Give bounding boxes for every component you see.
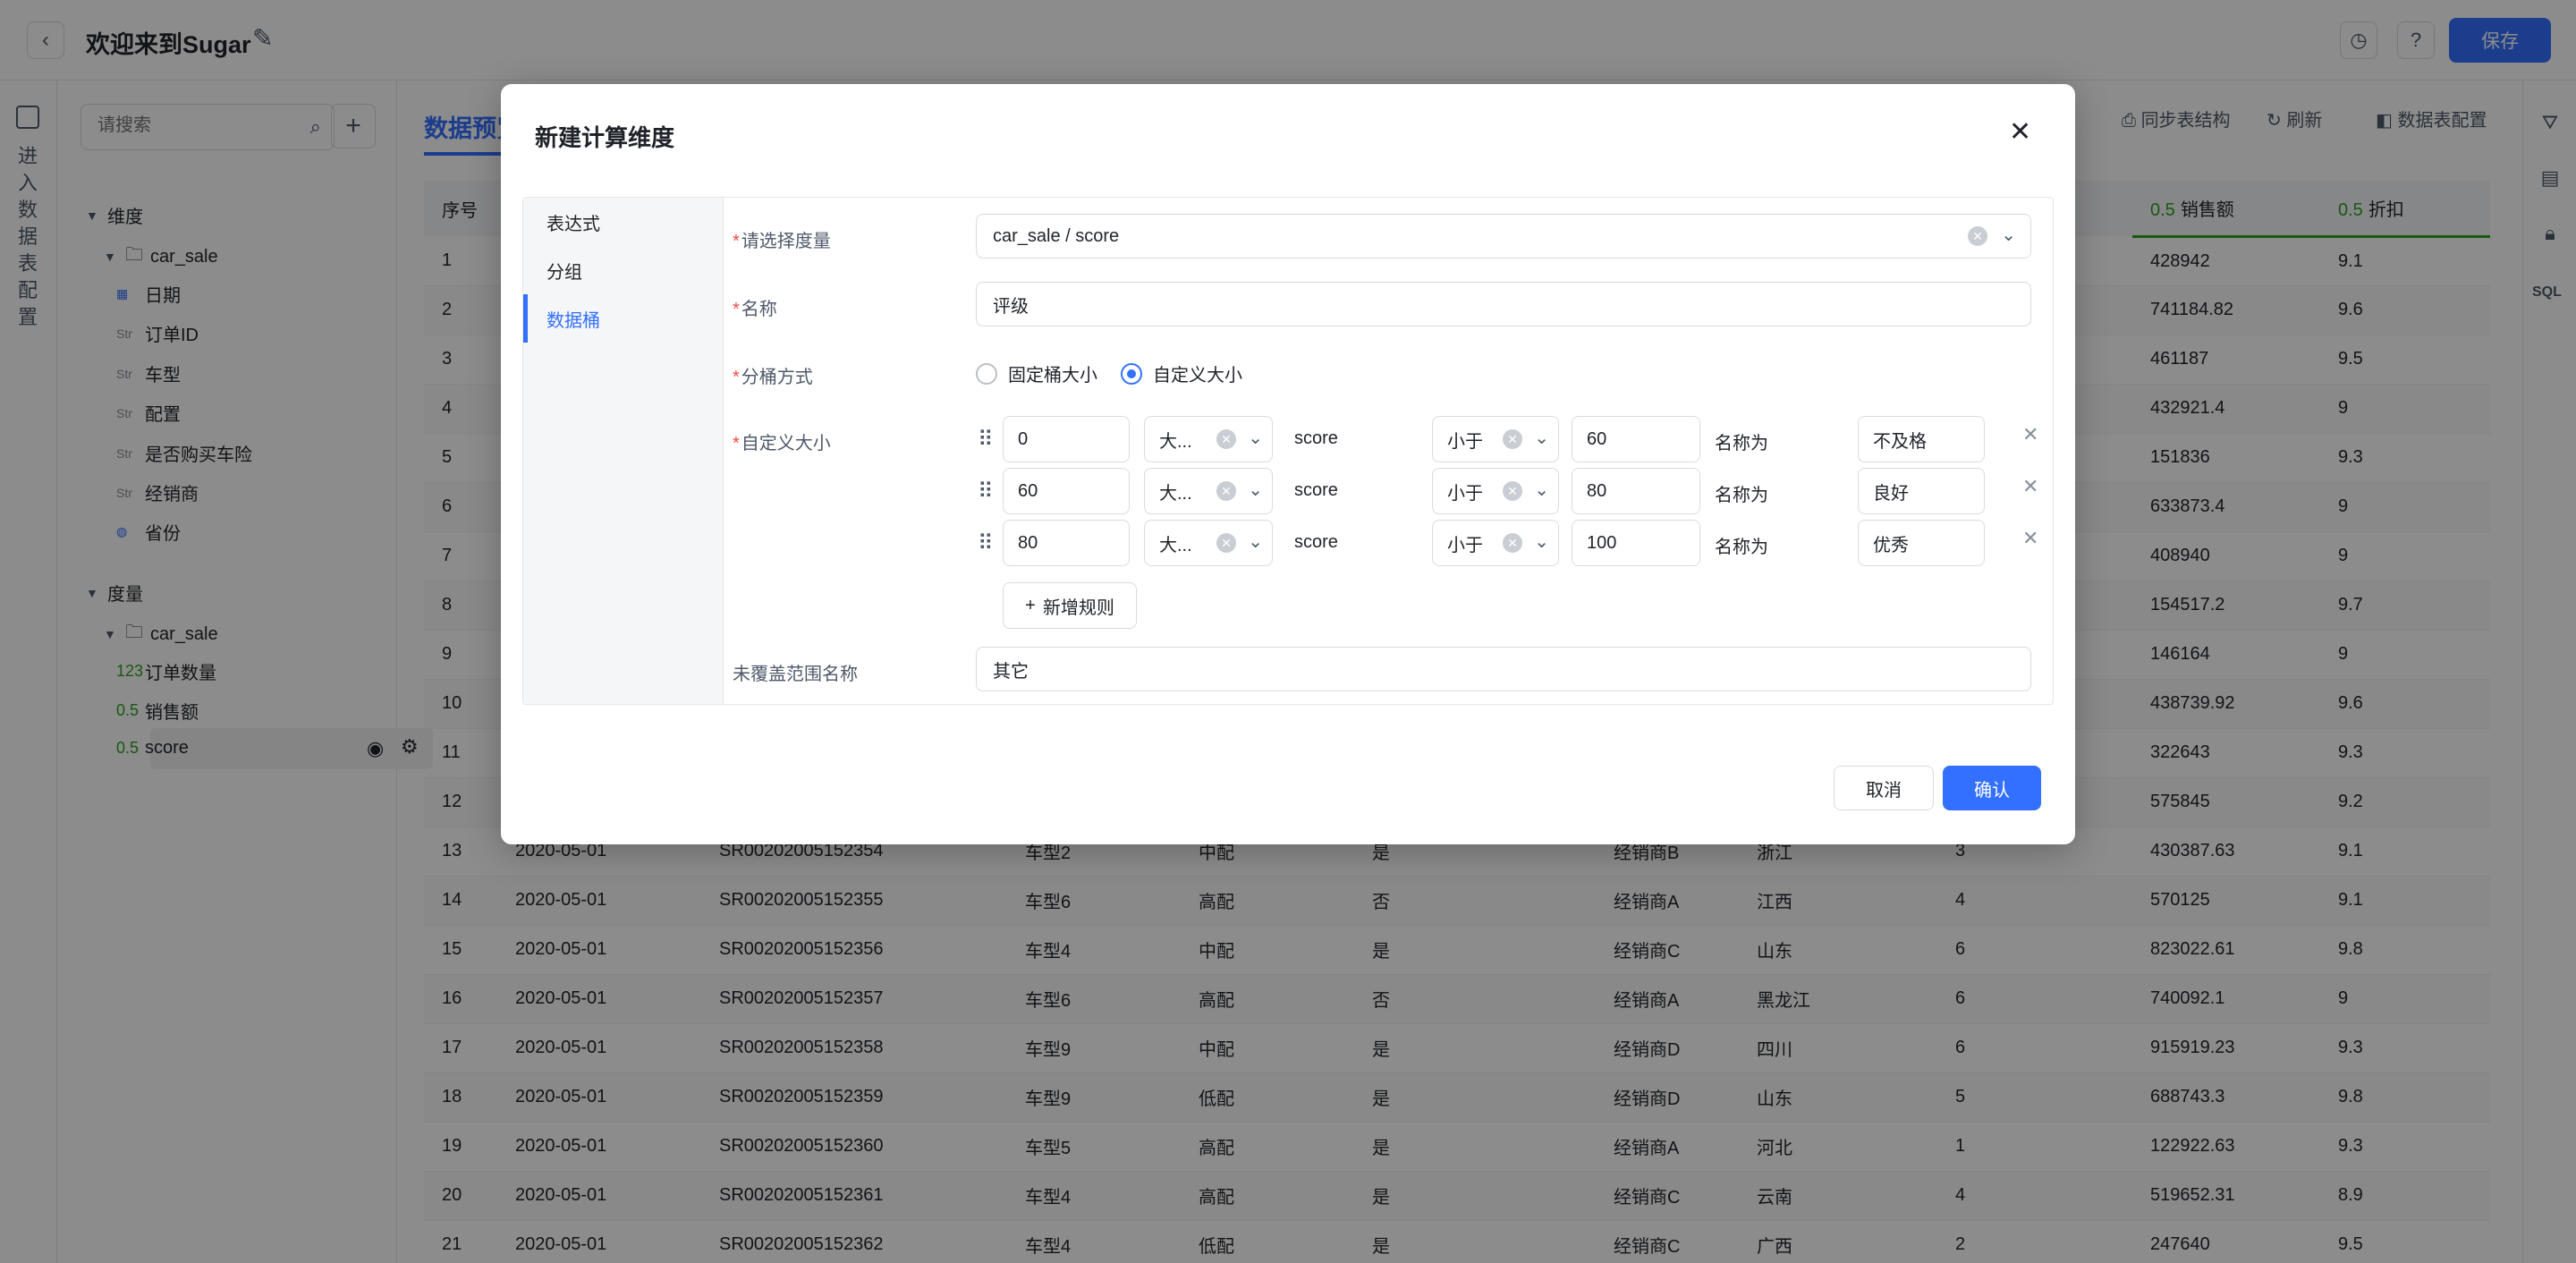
clear-icon[interactable]: ✕ [1503, 481, 1522, 501]
chevron-down-icon: ⌄ [1248, 480, 1263, 500]
drag-handle-icon[interactable]: ⠿ [978, 530, 993, 556]
rule-name-input[interactable]: 良好 [1858, 468, 1985, 514]
chevron-down-icon: ⌄ [2001, 225, 2016, 245]
bucket-type-label-text: 分桶方式 [741, 368, 813, 387]
clear-icon[interactable]: ✕ [1216, 481, 1236, 501]
radio-checked-icon [1121, 362, 1142, 385]
rule-name-label: 名称为 [1715, 486, 1768, 505]
rule-upper-bound-input[interactable]: 80 [1572, 468, 1700, 514]
create-calculated-dimension-dialog: 新建计算维度 ✕ 表达式 分组 数据桶 * 请选择度量 car_sale / sc… [501, 84, 2075, 844]
radio-custom-size[interactable]: 自定义大小 [1121, 360, 1242, 386]
nav-group[interactable]: 分组 [523, 246, 724, 294]
bucket-rule-row: ⠿ 80 大... ✕ ⌄ score 小于 ✕ ⌄ 100 名称为 优秀 ✕ [976, 520, 2049, 566]
rule-upper-operator-select[interactable]: 小于 ✕ ⌄ [1432, 416, 1559, 462]
chevron-down-icon: ⌄ [1248, 428, 1263, 448]
rule-lower-operator-select[interactable]: 大... ✕ ⌄ [1144, 416, 1273, 462]
rule-name-input[interactable]: 不及格 [1858, 416, 1985, 462]
add-rule-button[interactable]: + 新增规则 [1003, 582, 1137, 629]
radio-unchecked-icon [976, 362, 997, 385]
rule-lower-operator-select[interactable]: 大... ✕ ⌄ [1144, 520, 1273, 566]
rule-field-label: score [1294, 480, 1338, 500]
rule-lower-bound-input[interactable]: 80 [1003, 520, 1130, 566]
plus-icon: + [1025, 595, 1036, 615]
rule-upper-bound-input[interactable]: 60 [1572, 416, 1700, 462]
rule-lower-operator-select[interactable]: 大... ✕ ⌄ [1144, 468, 1273, 514]
rule-lower-operator-value: 大... [1159, 535, 1192, 555]
rule-lower-bound-input[interactable]: 60 [1003, 468, 1130, 514]
rule-lower-operator-value: 大... [1159, 431, 1192, 452]
custom-size-label-text: 自定义大小 [741, 434, 831, 453]
rule-name-label: 名称为 [1715, 434, 1768, 453]
name-label-text: 名称 [741, 300, 777, 319]
confirm-button[interactable]: 确认 [1943, 766, 2041, 810]
drag-handle-icon[interactable]: ⠿ [978, 479, 993, 504]
rule-upper-operator-value: 小于 [1447, 535, 1483, 555]
rule-lower-bound-input[interactable]: 0 [1003, 416, 1130, 462]
custom-size-label: * 自定义大小 [733, 434, 831, 453]
radio-fixed-size[interactable]: 固定桶大小 [976, 360, 1097, 386]
clear-icon[interactable]: ✕ [1503, 533, 1522, 553]
drag-handle-icon[interactable]: ⠿ [978, 427, 993, 453]
delete-rule-icon[interactable]: ✕ [2022, 475, 2038, 498]
rule-upper-operator-value: 小于 [1447, 431, 1483, 452]
measure-label: * 请选择度量 [733, 232, 831, 251]
clear-icon[interactable]: ✕ [1503, 429, 1522, 449]
clear-icon[interactable]: ✕ [1968, 226, 1987, 246]
delete-rule-icon[interactable]: ✕ [2022, 527, 2038, 550]
clear-icon[interactable]: ✕ [1216, 533, 1236, 553]
bucket-form: * 请选择度量 car_sale / score ✕ ⌄ * 名称 评级 * 分桶方式… [724, 198, 2053, 704]
rule-field-label: score [1294, 532, 1338, 552]
rule-upper-operator-select[interactable]: 小于 ✕ ⌄ [1432, 468, 1559, 514]
dialog-title: 新建计算维度 [535, 124, 675, 151]
close-icon[interactable]: ✕ [2009, 116, 2031, 148]
bucket-rule-row: ⠿ 60 大... ✕ ⌄ score 小于 ✕ ⌄ 80 名称为 良好 ✕ [976, 468, 2049, 514]
nav-expression[interactable]: 表达式 [523, 198, 724, 246]
clear-icon[interactable]: ✕ [1216, 429, 1236, 449]
rule-name-label: 名称为 [1715, 538, 1768, 557]
chevron-down-icon: ⌄ [1534, 480, 1549, 500]
chevron-down-icon: ⌄ [1534, 532, 1549, 552]
bucket-type-label: * 分桶方式 [733, 368, 813, 387]
rule-upper-operator-value: 小于 [1447, 483, 1483, 504]
dialog-body: 表达式 分组 数据桶 * 请选择度量 car_sale / score ✕ ⌄ *… [522, 197, 2054, 705]
rule-upper-operator-select[interactable]: 小于 ✕ ⌄ [1432, 520, 1559, 566]
radio-custom-label: 自定义大小 [1153, 366, 1242, 386]
uncovered-range-input[interactable]: 其它 [976, 647, 2031, 691]
name-label: * 名称 [733, 300, 777, 319]
add-rule-label: 新增规则 [1042, 598, 1114, 618]
rule-field-label: score [1294, 428, 1338, 448]
bucket-rule-row: ⠿ 0 大... ✕ ⌄ score 小于 ✕ ⌄ 60 名称为 不及格 ✕ [976, 416, 2049, 462]
chevron-down-icon: ⌄ [1248, 532, 1263, 552]
measure-label-text: 请选择度量 [741, 232, 831, 251]
measure-select[interactable]: car_sale / score ✕ ⌄ [976, 214, 2031, 259]
chevron-down-icon: ⌄ [1534, 428, 1549, 448]
delete-rule-icon[interactable]: ✕ [2022, 423, 2038, 446]
dimension-type-nav: 表达式 分组 数据桶 [523, 198, 724, 704]
rule-name-input[interactable]: 优秀 [1858, 520, 1985, 566]
measure-select-value: car_sale / score [993, 225, 1120, 246]
uncovered-range-label: 未覆盖范围名称 [733, 665, 858, 684]
cancel-button[interactable]: 取消 [1834, 766, 1934, 810]
rule-lower-operator-value: 大... [1159, 483, 1192, 504]
nav-bucket[interactable]: 数据桶 [523, 294, 724, 343]
name-input[interactable]: 评级 [976, 282, 2031, 326]
radio-fixed-label: 固定桶大小 [1008, 366, 1097, 386]
rule-upper-bound-input[interactable]: 100 [1572, 520, 1700, 566]
